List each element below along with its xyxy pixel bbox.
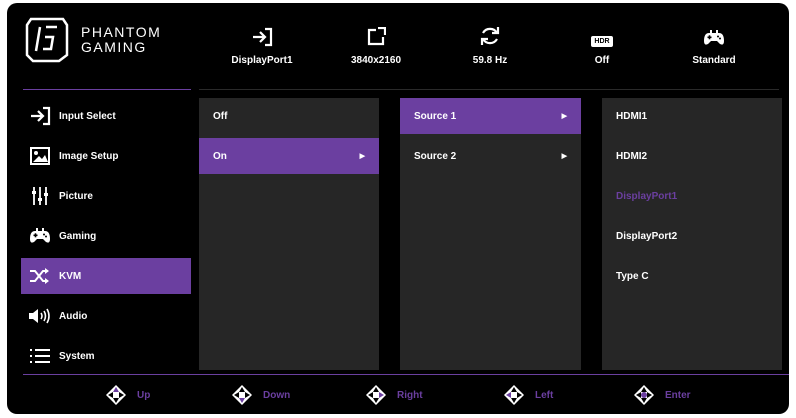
input-option-displayport1[interactable]: DisplayPort1 — [602, 178, 782, 214]
hint-up: Up — [105, 384, 150, 406]
inputs-panel: HDMI1 HDMI2 DisplayPort1 DisplayPort2 Ty… — [602, 98, 782, 370]
menu-item-label: Gaming — [59, 230, 97, 242]
chevron-right-icon: ▶ — [359, 153, 365, 160]
menu-item-label: Image Setup — [59, 150, 119, 162]
system-list-icon — [27, 348, 53, 364]
option-label: HDMI1 — [616, 110, 648, 122]
brand-line1: PHANTOM — [81, 24, 162, 40]
status-input: DisplayPort1 — [207, 21, 317, 66]
menu-item-input-select[interactable]: Input Select — [21, 98, 191, 134]
source-2-option[interactable]: Source 2 ▶ — [400, 138, 581, 174]
menu-item-system[interactable]: System — [21, 338, 191, 374]
kvm-option-on[interactable]: On ▶ — [199, 138, 379, 174]
option-label: Source 2 — [414, 150, 457, 162]
status-resolution: 3840x2160 — [321, 21, 431, 66]
menu-item-image-setup[interactable]: Image Setup — [21, 138, 191, 174]
image-setup-icon — [27, 147, 53, 165]
hint-label: Up — [137, 389, 151, 401]
menu-item-gaming[interactable]: Gaming — [21, 218, 191, 254]
option-label: On — [213, 150, 227, 162]
status-hdr-label: Off — [594, 55, 610, 66]
input-option-displayport2[interactable]: DisplayPort2 — [602, 218, 782, 254]
status-resolution-label: 3840x2160 — [350, 55, 402, 66]
status-game-mode-label: Standard — [692, 55, 736, 66]
kvm-shuffle-icon — [27, 268, 53, 284]
menu-item-picture[interactable]: Picture — [21, 178, 191, 214]
osd-window: PHANTOM GAMING DisplayPort1 3840x2160 59… — [7, 3, 789, 414]
hint-label: Right — [397, 389, 423, 401]
gamepad-icon — [659, 21, 769, 47]
option-label: DisplayPort1 — [616, 190, 678, 202]
joystick-left-icon — [504, 385, 524, 405]
footer-divider — [23, 374, 789, 375]
menu-item-label: Picture — [59, 190, 93, 202]
hint-left: Left — [503, 384, 553, 406]
brand-line2: GAMING — [81, 39, 147, 55]
hint-enter: Enter — [633, 384, 691, 406]
menu-item-label: KVM — [59, 270, 82, 282]
menu-item-kvm[interactable]: KVM — [21, 258, 191, 294]
option-label: Type C — [616, 270, 649, 282]
hint-label: Down — [263, 389, 291, 401]
hdr-badge: HDR — [591, 36, 613, 47]
refresh-icon — [435, 21, 545, 47]
sources-panel: Source 1 ▶ Source 2 ▶ — [400, 98, 581, 370]
status-refresh-rate: 59.8 Hz — [435, 21, 545, 66]
input-icon — [207, 21, 317, 47]
panel-divider — [199, 89, 779, 90]
hint-label: Left — [535, 389, 554, 401]
status-input-label: DisplayPort1 — [231, 55, 293, 66]
option-label: DisplayPort2 — [616, 230, 678, 242]
status-game-mode: Standard — [659, 21, 769, 66]
menu-item-label: Audio — [59, 310, 88, 322]
joystick-enter-icon — [634, 385, 654, 405]
hint-down: Down — [231, 384, 290, 406]
hint-label: Enter — [665, 389, 691, 401]
input-option-hdmi1[interactable]: HDMI1 — [602, 98, 782, 134]
joystick-right-icon — [366, 385, 386, 405]
speaker-icon — [27, 307, 53, 325]
kvm-option-off[interactable]: Off — [199, 98, 379, 134]
option-label: HDMI2 — [616, 150, 648, 162]
status-hdr: HDR Off — [547, 21, 657, 66]
gaming-icon — [27, 227, 53, 245]
option-label: Source 1 — [414, 110, 457, 122]
joystick-up-icon — [106, 385, 126, 405]
chevron-right-icon: ▶ — [561, 113, 567, 120]
status-refresh-label: 59.8 Hz — [472, 55, 508, 66]
option-label: Off — [213, 110, 228, 122]
picture-sliders-icon — [27, 186, 53, 206]
input-select-icon — [27, 106, 53, 126]
menu-item-audio[interactable]: Audio — [21, 298, 191, 334]
menu-item-label: System — [59, 350, 95, 362]
source-1-option[interactable]: Source 1 ▶ — [400, 98, 581, 134]
joystick-down-icon — [232, 385, 252, 405]
menu-item-label: Input Select — [59, 110, 116, 122]
input-option-hdmi2[interactable]: HDMI2 — [602, 138, 782, 174]
phantom-gaming-logo: PHANTOM GAMING — [23, 15, 193, 65]
main-menu: Input Select Image Setup Picture Gaming … — [21, 98, 191, 378]
phantom-gaming-emblem-icon — [25, 17, 69, 63]
chevron-right-icon: ▶ — [561, 153, 567, 160]
menu-divider — [23, 89, 191, 90]
resolution-icon — [321, 21, 431, 47]
hint-right: Right — [365, 384, 423, 406]
kvm-options-panel: Off On ▶ — [199, 98, 379, 370]
hdr-icon: HDR — [547, 21, 657, 47]
input-option-type-c[interactable]: Type C — [602, 258, 782, 294]
